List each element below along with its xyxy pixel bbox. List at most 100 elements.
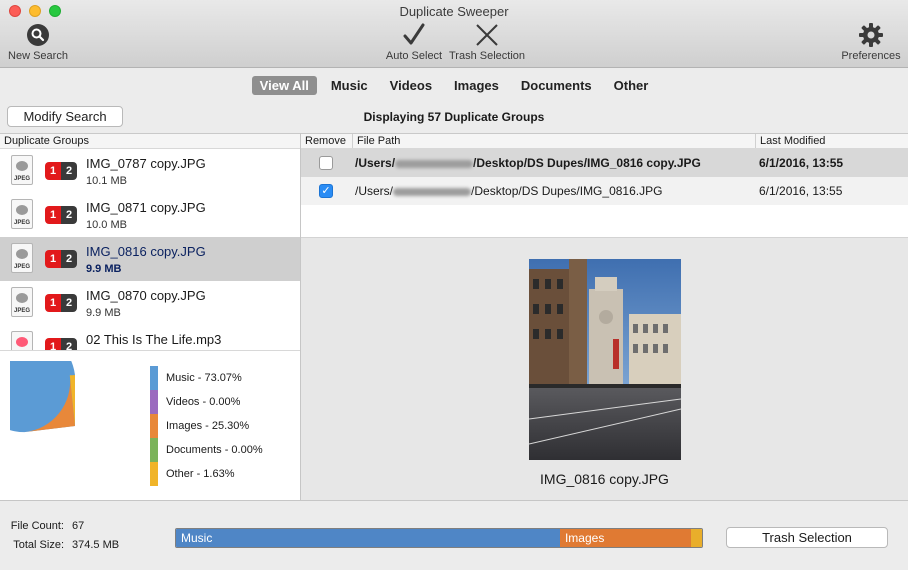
category-tabs: View All Music Videos Images Documents O… [0, 69, 908, 102]
auto-select-button[interactable]: Auto Select [384, 22, 444, 62]
duplicate-groups-header: Duplicate Groups [0, 133, 300, 149]
new-search-button[interactable]: New Search [8, 22, 68, 62]
duplicate-count-badge: 1 2 [45, 338, 77, 350]
jpeg-file-icon: JPEG [11, 155, 33, 185]
path-prefix: /Users/ [355, 184, 394, 198]
size-distribution-bar: Music Images [175, 528, 703, 548]
x-icon [448, 22, 526, 48]
group-name: IMG_0787 copy.JPG [86, 156, 206, 171]
tab-music[interactable]: Music [323, 76, 376, 95]
column-remove[interactable]: Remove [301, 134, 351, 148]
checkmark-icon [384, 22, 444, 48]
trash-selection-button[interactable]: Trash Selection [726, 527, 888, 548]
modify-search-button[interactable]: Modify Search [7, 106, 123, 127]
auto-select-label: Auto Select [385, 50, 443, 62]
trash-selection-toolbar-button[interactable]: Trash Selection [448, 22, 526, 62]
footer: File Count: 67 Total Size: 374.5 MB Music I… [0, 500, 908, 570]
size-bar-segment: Images [559, 529, 692, 547]
group-name: IMG_0870 copy.JPG [86, 288, 206, 303]
window-title: Duplicate Sweeper [399, 4, 509, 19]
group-row[interactable]: JPEG 1 2 IMG_0871 copy.JPG 10.0 MB [0, 193, 300, 237]
count-b: 2 [61, 250, 77, 268]
path-suffix: /Desktop/DS Dupes/IMG_0816.JPG [471, 184, 663, 198]
count-b: 2 [61, 206, 77, 224]
group-row[interactable]: JPEG 1 2 IMG_0870 copy.JPG 9.9 MB [0, 281, 300, 325]
file-preview: IMG_0816 copy.JPG [301, 237, 908, 500]
new-search-label: New Search [8, 50, 68, 62]
tab-videos[interactable]: Videos [382, 76, 440, 95]
remove-checkbox[interactable] [319, 156, 333, 170]
group-size: 9.9 MB [86, 307, 121, 319]
group-row[interactable]: 1 2 02 This Is The Life.mp3 [0, 325, 300, 350]
preferences-button[interactable]: Preferences [840, 22, 902, 62]
duplicate-count-badge: 1 2 [45, 294, 77, 312]
duplicate-count-badge: 1 2 [45, 250, 77, 268]
group-name: IMG_0871 copy.JPG [86, 200, 206, 215]
file-count-value: 67 [72, 520, 85, 532]
table-row[interactable]: ✓ /Users//Desktop/DS Dupes/IMG_0816.JPG … [301, 177, 908, 205]
group-row[interactable]: JPEG 1 2 IMG_0787 copy.JPG 10.1 MB [0, 149, 300, 193]
file-type-summary: Music - 73.07% Videos - 0.00% Images - 2… [0, 350, 300, 500]
group-size: 9.9 MB [86, 263, 122, 275]
group-name: IMG_0816 copy.JPG [86, 244, 206, 259]
count-b: 2 [61, 294, 77, 312]
count-b: 2 [61, 162, 77, 180]
tab-other[interactable]: Other [606, 76, 657, 95]
file-type-pie-chart [10, 361, 75, 433]
legend-item-images: Images - 25.30% [150, 414, 263, 438]
file-path: /Users/ /Desktop/DS Dupes/IMG_0816 copy.J… [355, 156, 701, 170]
group-name: 02 This Is The Life.mp3 [86, 332, 222, 347]
legend-item-other: Other - 1.63% [150, 462, 263, 486]
remove-checkbox[interactable]: ✓ [319, 184, 333, 198]
preview-image [529, 259, 681, 460]
file-path: /Users/ /Desktop/DS Dupes/IMG_0816.JPG [355, 184, 662, 198]
table-row[interactable]: /Users/ /Desktop/DS Dupes/IMG_0816 copy.J… [301, 149, 908, 177]
total-size-value: 374.5 MB [72, 539, 120, 551]
legend-item-music: Music - 73.07% [150, 366, 263, 390]
column-last-modified[interactable]: Last Modified [755, 134, 908, 148]
pie-legend: Music - 73.07% Videos - 0.00% Images - 2… [150, 366, 263, 486]
jpeg-file-icon: JPEG [11, 287, 33, 317]
size-bar-segment [691, 529, 702, 547]
preview-filename: IMG_0816 copy.JPG [540, 471, 669, 487]
path-suffix: /Desktop/DS Dupes/IMG_0816 copy.JPG [473, 156, 701, 170]
count-a: 1 [45, 294, 61, 312]
duplicate-count-badge: 1 2 [45, 162, 77, 180]
audio-file-icon [11, 331, 33, 350]
file-count: File Count: 67 [6, 520, 84, 532]
file-count-label: File Count: [10, 520, 64, 532]
group-size: 10.0 MB [86, 219, 127, 231]
preferences-label: Preferences [841, 50, 901, 62]
count-a: 1 [45, 250, 61, 268]
size-bar-segment: Music [176, 529, 560, 547]
tab-view-all[interactable]: View All [251, 76, 317, 95]
count-b: 2 [61, 338, 77, 350]
legend-label: Images - 25.30% [166, 420, 250, 432]
file-table-header: Remove File Path Last Modified [301, 133, 908, 149]
jpeg-file-icon: JPEG [11, 199, 33, 229]
last-modified: 6/1/2016, 13:55 [759, 184, 843, 198]
file-kind-label: JPEG [13, 220, 30, 226]
duplicate-groups-list[interactable]: JPEG 1 2 IMG_0787 copy.JPG 10.1 MB JPEG … [0, 149, 300, 350]
legend-label: Music - 73.07% [166, 372, 242, 384]
file-kind-label: JPEG [13, 176, 30, 182]
tab-images[interactable]: Images [446, 76, 507, 95]
redacted-username [395, 159, 474, 168]
count-a: 1 [45, 338, 61, 350]
file-kind-label: JPEG [13, 264, 30, 270]
legend-label: Documents - 0.00% [166, 444, 263, 456]
column-file-path[interactable]: File Path [352, 134, 754, 148]
total-size-label: Total Size: [13, 539, 64, 551]
group-row[interactable]: JPEG 1 2 IMG_0816 copy.JPG 9.9 MB [0, 237, 300, 281]
tab-documents[interactable]: Documents [513, 76, 600, 95]
file-table: /Users/ /Desktop/DS Dupes/IMG_0816 copy.J… [301, 149, 908, 237]
count-a: 1 [45, 162, 61, 180]
legend-label: Other - 1.63% [166, 468, 235, 480]
titlebar: Duplicate Sweeper New Search Auto Select… [0, 0, 908, 68]
last-modified: 6/1/2016, 13:55 [759, 156, 844, 170]
trash-selection-label: Trash Selection [448, 50, 526, 62]
displaying-groups-text: Displaying 57 Duplicate Groups [363, 110, 545, 124]
group-size: 10.1 MB [86, 175, 127, 187]
legend-item-videos: Videos - 0.00% [150, 390, 263, 414]
jpeg-file-icon: JPEG [11, 243, 33, 273]
